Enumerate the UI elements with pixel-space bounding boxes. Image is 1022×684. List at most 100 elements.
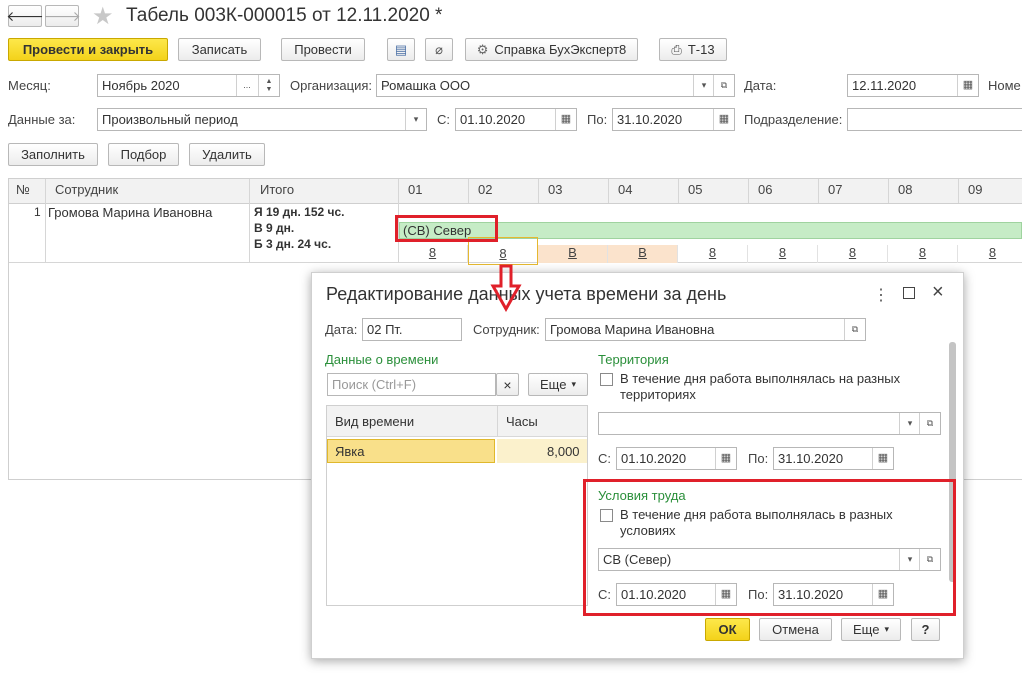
clear-icon: × [503,376,512,393]
territory-checkbox[interactable] [600,373,613,386]
day-value-cell[interactable]: 8 [888,245,958,263]
chevron-down-icon: ▾ [884,624,889,634]
territory-from-field[interactable]: 01.10.2020 ▦ [616,447,737,470]
dialog-date-field[interactable]: 02 Пт. [362,318,462,341]
calendar-icon[interactable]: ▦ [872,448,893,469]
date-field[interactable]: 12.11.2020 ▦ [847,74,979,97]
time-row-hours: 8,000 [547,444,580,459]
forward-button[interactable]: 🡒 [43,5,81,27]
day-value-cell[interactable]: 8 [398,245,468,263]
territory-dropdown-icon[interactable]: ▾ [899,413,920,434]
month-value: Ноябрь 2020 [102,78,180,93]
organization-value: Ромашка ООО [381,78,471,93]
division-field[interactable] [847,108,1022,131]
calendar-icon[interactable]: ▦ [715,448,736,469]
row-employee[interactable]: Громова Марина Ивановна [48,205,212,220]
save-button[interactable]: Записать [178,38,261,61]
day-value-cell[interactable]: В [538,245,608,263]
ok-button[interactable]: ОК [705,618,750,641]
more-button-footer[interactable]: Еще ▾ [841,618,901,641]
header-day: 06 [758,182,773,197]
number-label: Номе [988,78,1021,93]
document-list-button[interactable]: ▤ [387,38,415,61]
select-button[interactable]: Подбор [108,143,179,166]
territory-select[interactable]: ▾ ⧉ [598,412,941,435]
dialog-title: Редактирование данных учета времени за д… [326,284,727,304]
territory-checkbox-label: В течение дня работа выполнялась на разн… [620,371,901,402]
post-button[interactable]: Провести [281,38,365,61]
header-day: 01 [408,182,423,197]
employee-open-icon[interactable]: ⧉ [844,319,865,340]
day-value-cell[interactable]: 8 [748,245,818,263]
delete-button[interactable]: Удалить [189,143,265,166]
month-label: Месяц: [8,78,51,93]
dialog-date-value: 02 Пт. [367,322,403,337]
header-day: 03 [548,182,563,197]
month-select-button[interactable]: ... [236,75,257,96]
t13-label: Т-13 [687,42,715,57]
period-field[interactable]: Произвольный период ▾ [97,108,427,131]
month-field[interactable]: Ноябрь 2020 ... ▲ ▼ [97,74,280,97]
organization-dropdown-icon[interactable]: ▾ [693,75,714,96]
day-value-cell[interactable]: 8 [818,245,888,263]
to-label: По: [587,112,608,127]
calendar-icon[interactable]: ▦ [957,75,978,96]
window-title: Табель 003К-000015 от 12.11.2020 * [126,5,443,26]
maximize-icon[interactable] [903,287,915,299]
fill-button[interactable]: Заполнить [8,143,98,166]
date-value: 12.11.2020 [852,78,917,93]
t13-print-button[interactable]: ⎙ Т-13 [659,38,727,61]
attach-button[interactable]: ⌀ [425,38,453,61]
organization-field[interactable]: Ромашка ООО ▾ ⧉ [376,74,735,97]
conditions-highlight [583,479,956,616]
cancel-button[interactable]: Отмена [759,618,832,641]
day-value-cell[interactable]: 8 [958,245,1022,263]
more-button[interactable]: Еще ▾ [528,373,588,396]
month-stepper[interactable]: ▲ ▼ [258,75,279,96]
dialog-employee-field[interactable]: Громова Марина Ивановна ⧉ [545,318,866,341]
territory-to-label: По: [748,451,769,466]
time-header-hours: Часы [506,414,538,429]
territory-to-field[interactable]: 31.10.2020 ▦ [773,447,894,470]
header-num: № [16,182,30,197]
calendar-icon[interactable]: ▦ [555,109,576,130]
gear-icon: ⚙ [476,41,489,57]
more-vert-icon[interactable]: ⋮ [873,285,889,305]
period-value: Произвольный период [102,112,238,127]
clear-search-button[interactable]: × [496,373,519,396]
row-num: 1 [34,205,41,219]
territory-from-label: С: [598,451,611,466]
close-icon[interactable]: × [932,281,944,304]
organization-label: Организация: [290,78,373,93]
from-date-field[interactable]: 01.10.2020 ▦ [455,108,577,131]
date-label: Дата: [744,78,777,93]
from-label: С: [437,112,450,127]
favorite-star-icon[interactable]: ★ [92,2,114,31]
dialog-date-label: Дата: [325,322,358,337]
day-value-cell[interactable]: В [608,245,678,263]
period-dropdown-icon[interactable]: ▾ [405,109,426,130]
header-day: 05 [688,182,703,197]
to-date-value: 31.10.2020 [617,112,683,127]
annotation-arrow-icon [490,264,522,312]
help-button[interactable]: ? [911,618,940,641]
search-input[interactable]: Поиск (Ctrl+F) [327,373,496,396]
header-day: 04 [618,182,633,197]
territory-open-icon[interactable]: ⧉ [919,413,940,434]
organization-open-icon[interactable]: ⧉ [713,75,734,96]
territory-from-value: 01.10.2020 [621,451,687,466]
calendar-icon[interactable]: ▦ [713,109,734,130]
header-day: 02 [478,182,493,197]
paperclip-icon: ⌀ [435,41,443,57]
day-value-cell[interactable]: 8 [678,245,748,263]
post-and-close-button[interactable]: Провести и закрыть [8,38,168,61]
header-total: Итого [260,182,295,197]
reference-label: Справка БухЭксперт8 [494,42,627,57]
list-icon: ▤ [394,41,408,57]
reference-button[interactable]: ⚙ Справка БухЭксперт8 [465,38,638,61]
to-date-field[interactable]: 31.10.2020 ▦ [612,108,735,131]
table-header [9,179,1022,204]
header-day: 07 [828,182,843,197]
back-button[interactable]: 🡐 [6,5,44,27]
row-total-line-1: Я 19 дн. 152 чс. [254,205,345,219]
